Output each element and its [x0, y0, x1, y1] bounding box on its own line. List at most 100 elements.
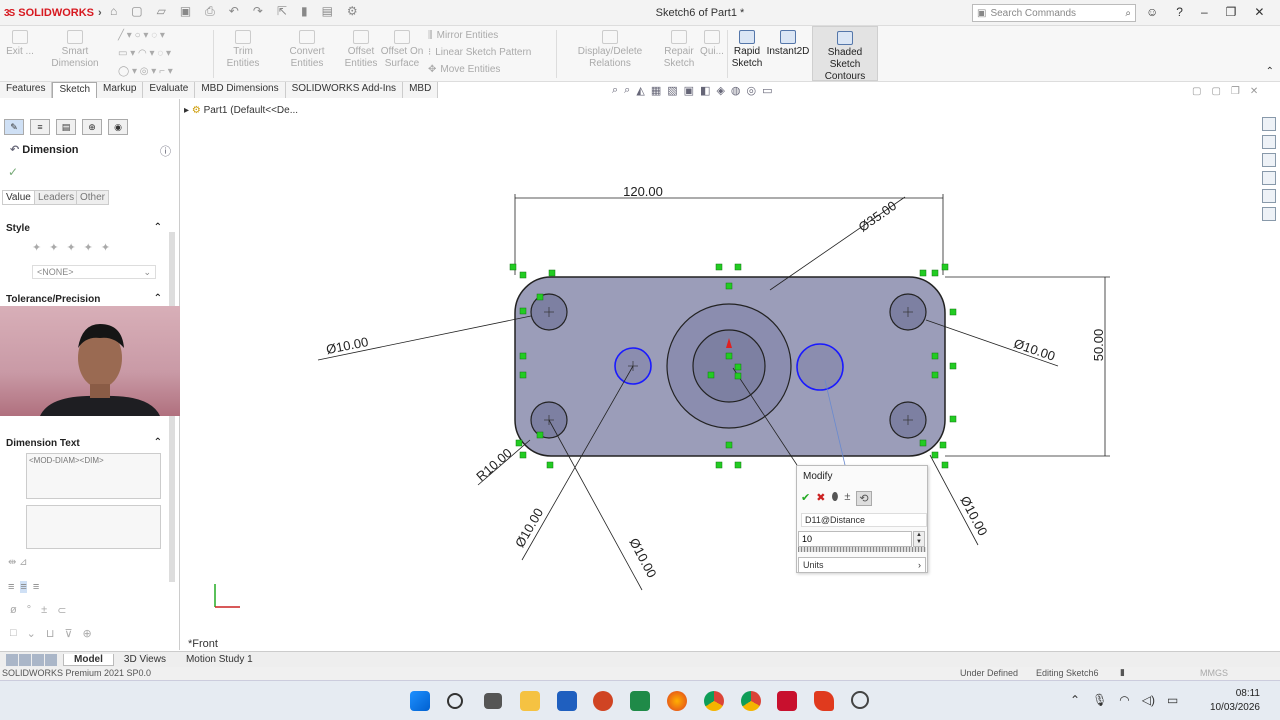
smart-dimension-button[interactable]: Smart Dimension	[38, 30, 112, 70]
dim-bottom-hole-diameter-b[interactable]: Ø10.00	[626, 536, 659, 581]
style-header[interactable]: Style ⌃	[0, 222, 170, 237]
appearances-icon[interactable]	[1262, 189, 1276, 203]
tab-nav-arrows[interactable]	[0, 653, 63, 666]
wifi-icon[interactable]: ◠	[1119, 693, 1129, 707]
search-icon[interactable]	[447, 693, 463, 709]
tab-mbd-dimensions[interactable]: MBD Dimensions	[195, 82, 286, 98]
display-delete-relations-button[interactable]: Display/Delete Relations	[560, 30, 660, 70]
custom-properties-icon[interactable]	[1262, 207, 1276, 221]
powerpoint-icon[interactable]	[593, 691, 613, 711]
shaded-sketch-contours-button[interactable]: Shaded Sketch Contours	[812, 26, 878, 82]
align-left-icon[interactable]: ≡	[8, 581, 14, 593]
display-manager-icon[interactable]: ◉	[108, 119, 128, 135]
edit-appearance-icon[interactable]: ◍	[731, 84, 741, 97]
solidworks-resources-icon[interactable]	[1262, 117, 1276, 131]
reverse-direction-icon[interactable]: ±	[844, 491, 850, 506]
viewport-restore-icon[interactable]: ▢	[1211, 86, 1220, 97]
print-icon[interactable]: ⎙	[205, 4, 215, 19]
viewport-maximize-icon[interactable]: ❐	[1231, 86, 1240, 97]
previous-view-icon[interactable]: ◭	[636, 84, 644, 97]
file-explorer-icon[interactable]	[1262, 153, 1276, 167]
check-symbol-icon[interactable]: ⌄	[27, 627, 36, 640]
view-palette-icon[interactable]	[1262, 171, 1276, 185]
align-center-icon[interactable]: ≡	[20, 581, 27, 593]
align-right-icon[interactable]: ≡	[33, 581, 39, 593]
dynamic-annotation-icon[interactable]: ▧	[667, 84, 677, 97]
dimension-text-header[interactable]: Dimension Text ⌃	[0, 437, 170, 452]
view-settings-icon[interactable]: ▭	[762, 84, 772, 97]
style-save-icon[interactable]: ✦	[84, 241, 93, 254]
style-select[interactable]: <NONE> ⌄	[32, 265, 156, 279]
undo-icon[interactable]: ↶	[229, 4, 239, 19]
linear-sketch-pattern-button[interactable]: ⁝ Linear Sketch Pattern	[428, 47, 531, 58]
new-icon[interactable]: ▢	[131, 4, 142, 19]
exit-sketch-button[interactable]: Exit ...	[6, 30, 34, 58]
dim-bottom-hole-diameter-a[interactable]: Ø10.00	[512, 506, 546, 550]
windows-start-icon[interactable]	[410, 691, 430, 711]
obs-icon[interactable]	[851, 691, 869, 709]
more-symbols-icon[interactable]: ⊂	[57, 604, 66, 617]
tab-value[interactable]: Value	[2, 190, 35, 205]
tab-3d-views[interactable]: 3D Views	[114, 654, 176, 665]
line-tool-icon[interactable]: ╱ ▾ ○ ▾ ◌ ▾	[118, 30, 165, 41]
viewport-tile-icon[interactable]: ▢	[1192, 86, 1201, 97]
save-icon[interactable]: ▣	[180, 4, 191, 19]
zoom-area-icon[interactable]: ⌕	[624, 84, 630, 97]
close-button[interactable]: ✕	[1254, 5, 1264, 19]
thumbwheel[interactable]	[798, 547, 926, 552]
options-gear-icon[interactable]: ⚙	[347, 4, 358, 19]
configuration-manager-icon[interactable]: ⊕	[82, 119, 102, 135]
mirror-entities-button[interactable]: ⫼ Mirror Entities	[428, 30, 498, 41]
property-manager-icon[interactable]: ▤	[56, 119, 76, 135]
restore-button[interactable]: ❐	[1226, 5, 1237, 19]
section-view-icon[interactable]: ▦	[651, 84, 661, 97]
open-icon[interactable]: ▱	[157, 4, 166, 19]
acrobat-icon[interactable]	[814, 691, 834, 711]
home-icon[interactable]: ⌂	[110, 4, 117, 19]
tab-sketch[interactable]: Sketch	[52, 82, 98, 98]
chrome-icon[interactable]	[704, 691, 724, 711]
select-icon[interactable]: ⇱	[277, 4, 287, 19]
mark-for-drawing-icon[interactable]: ⟲	[856, 491, 872, 506]
dimension-text-field[interactable]: <MOD-DIAM><DIM>	[26, 453, 161, 499]
plusminus-symbol-icon[interactable]: ±	[41, 604, 47, 617]
firefox-icon[interactable]	[667, 691, 687, 711]
text-justify-icons[interactable]: ⇹ ⊿	[8, 557, 28, 568]
help-icon[interactable]: ⓘ	[160, 143, 171, 159]
battery-icon[interactable]: ▭	[1167, 693, 1178, 707]
repair-sketch-button[interactable]: Repair Sketch	[662, 30, 696, 70]
dimension-name-field[interactable]: D11@Distance	[801, 513, 927, 527]
trim-entities-button[interactable]: Trim Entities	[216, 30, 270, 70]
search-commands-input[interactable]: ▣ Search Commands ⌕	[972, 4, 1136, 22]
collapse-icon[interactable]: ⌃	[154, 437, 162, 448]
solidworks-taskbar-icon[interactable]	[777, 691, 797, 711]
tab-leaders[interactable]: Leaders	[34, 190, 79, 205]
file-explorer-icon[interactable]	[520, 691, 540, 711]
rebuild-status-icon[interactable]: ▮	[1120, 667, 1125, 678]
rebuild-icon[interactable]: ▮	[301, 4, 308, 19]
rapid-sketch-button[interactable]: Rapid Sketch	[730, 30, 764, 70]
dim-width[interactable]: 120.00	[623, 184, 663, 199]
tab-mbd[interactable]: MBD	[403, 82, 439, 98]
units-dropdown[interactable]: Units ›	[798, 557, 926, 573]
instant2d-button[interactable]: Instant2D	[766, 30, 810, 58]
tab-model[interactable]: Model	[63, 653, 114, 666]
style-add-icon[interactable]: ✦	[32, 241, 41, 254]
style-update-icon[interactable]: ✦	[49, 241, 58, 254]
solidworks-logo[interactable]: 3S SOLIDWORKS ›	[4, 5, 102, 21]
more-icon[interactable]: ⊕	[83, 627, 92, 640]
style-delete-icon[interactable]: ✦	[66, 241, 75, 254]
quick-snaps-button[interactable]: Qui...	[700, 30, 724, 58]
feature-manager-icon[interactable]: ≡	[30, 119, 50, 135]
dim-height[interactable]: 50.00	[1091, 329, 1106, 362]
collapse-icon[interactable]: ⌃	[154, 222, 162, 233]
dim-counterbore-diameter[interactable]: Ø35.00	[856, 198, 900, 235]
dimension-text-field-2[interactable]	[26, 505, 161, 549]
microphone-icon[interactable]: 🎙	[1092, 693, 1107, 707]
zoom-to-fit-icon[interactable]: ⌕	[612, 84, 618, 97]
spline-tool-icon[interactable]: ◯ ▾ ◎ ▾ ⌐ ▾	[118, 66, 173, 77]
view-orientation-icon[interactable]: ▣	[684, 84, 694, 97]
help-icon[interactable]: ?	[1176, 5, 1183, 19]
dimension-xpert-icon[interactable]: ✎	[4, 119, 24, 135]
volume-icon[interactable]: ◁)	[1142, 693, 1155, 707]
